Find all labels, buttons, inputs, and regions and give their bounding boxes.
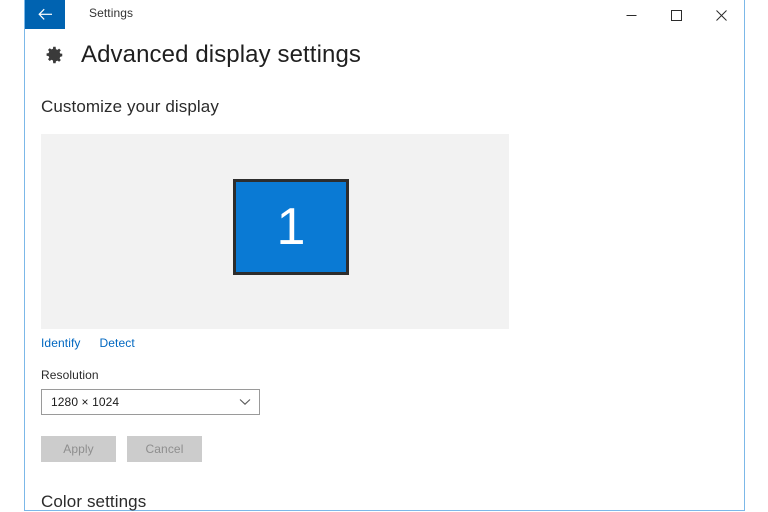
monitor-number-label: 1 (276, 198, 306, 256)
window-controls (609, 0, 744, 30)
settings-window: Settings Advanced display settings Custo… (24, 0, 745, 511)
page-title: Advanced display settings (81, 41, 361, 68)
minimize-button[interactable] (609, 0, 654, 30)
back-arrow-icon (37, 8, 53, 21)
detect-link[interactable]: Detect (100, 336, 135, 350)
display-links: Identify Detect (41, 336, 744, 350)
resolution-label: Resolution (41, 368, 99, 382)
window-title: Settings (89, 6, 134, 20)
gear-icon (41, 42, 67, 68)
action-buttons: Apply Cancel (41, 436, 744, 462)
page-header: Advanced display settings (41, 42, 744, 68)
maximize-icon (671, 9, 682, 21)
display-preview-panel: 1 (41, 134, 509, 329)
page-content: Advanced display settings Customize your… (25, 42, 744, 512)
resolution-value: 1280 × 1024 (51, 395, 120, 409)
close-button[interactable] (699, 0, 744, 30)
color-settings-heading: Color settings (41, 492, 147, 511)
monitor-tile-1[interactable]: 1 (233, 179, 349, 275)
maximize-button[interactable] (654, 0, 699, 30)
customize-display-heading: Customize your display (41, 97, 219, 116)
cancel-button[interactable]: Cancel (127, 436, 202, 462)
close-icon (716, 9, 727, 21)
identify-link[interactable]: Identify (41, 336, 81, 350)
title-bar: Settings (25, 0, 744, 30)
back-button[interactable] (25, 0, 65, 29)
apply-button[interactable]: Apply (41, 436, 116, 462)
chevron-down-icon (239, 398, 251, 406)
resolution-dropdown[interactable]: 1280 × 1024 (41, 389, 260, 415)
minimize-icon (626, 10, 637, 21)
